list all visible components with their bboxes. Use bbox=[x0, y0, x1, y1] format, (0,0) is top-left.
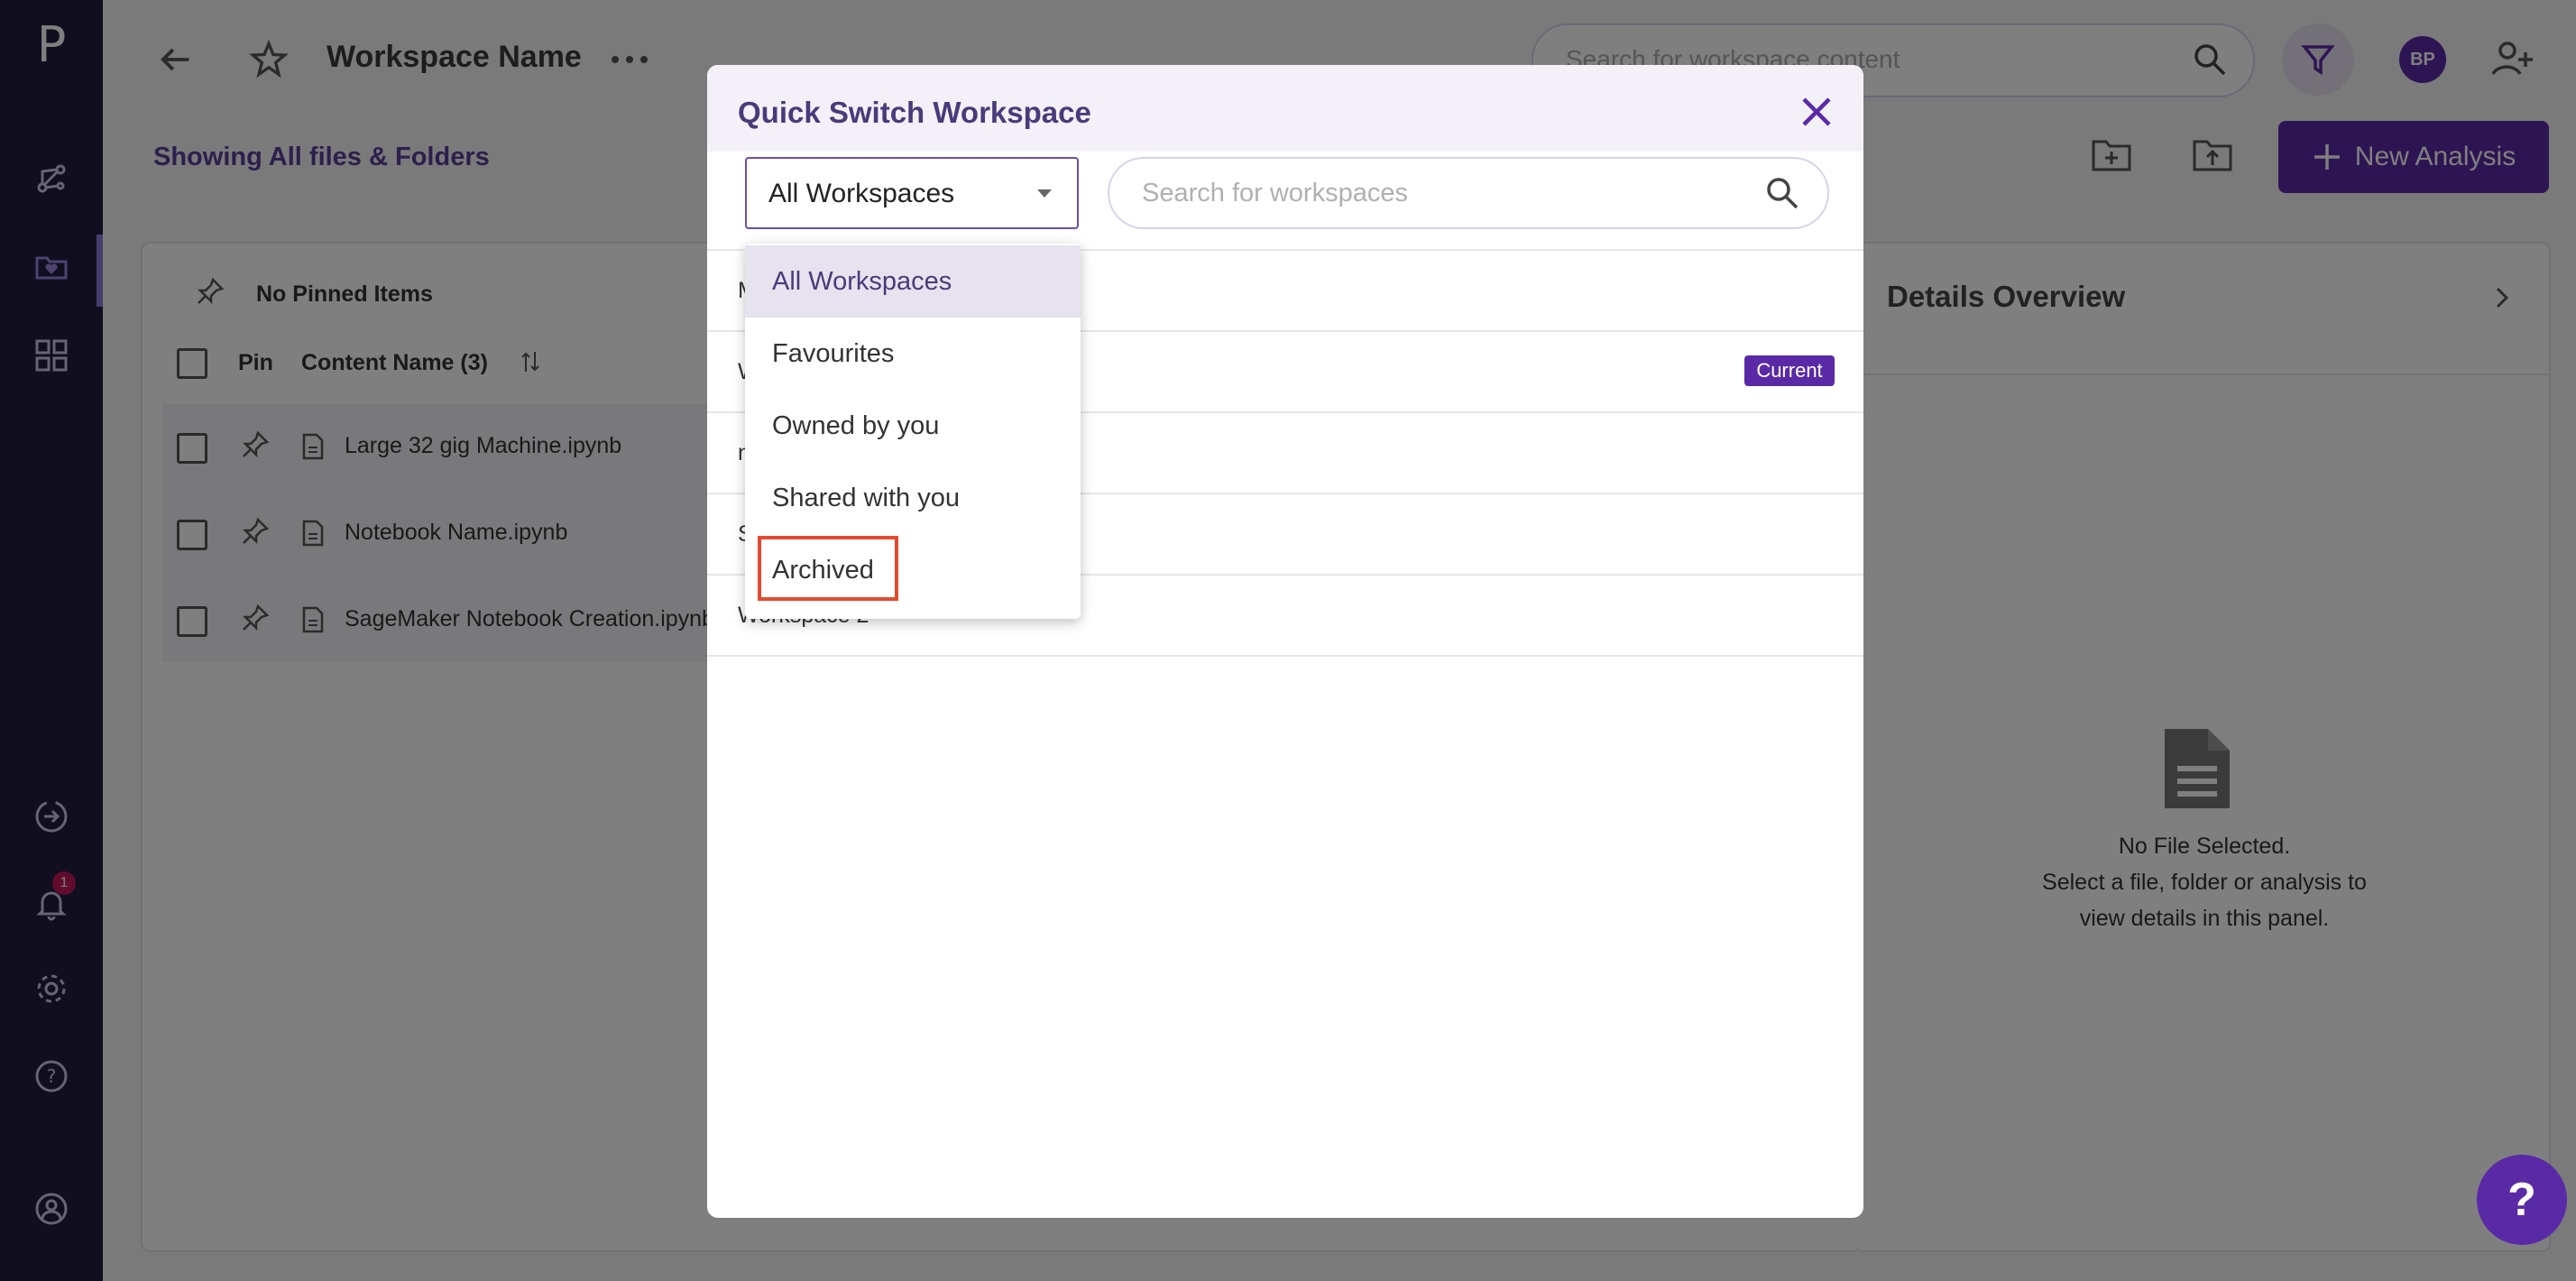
help-fab-button[interactable]: ? bbox=[2477, 1155, 2567, 1245]
chevron-down-icon bbox=[1037, 189, 1052, 198]
search-placeholder: Search for workspaces bbox=[1142, 179, 1408, 207]
current-badge: Current bbox=[1744, 355, 1835, 386]
option-label: Owned by you bbox=[772, 411, 940, 440]
dropdown-option-all-workspaces[interactable]: All Workspaces bbox=[745, 245, 1081, 318]
quick-switch-modal: Quick Switch Workspace All Workspaces Se… bbox=[707, 65, 1863, 1218]
option-label: Shared with you bbox=[772, 484, 960, 512]
dropdown-option-shared-with-you[interactable]: Shared with you bbox=[745, 462, 1081, 534]
option-label: All Workspaces bbox=[772, 267, 952, 296]
modal-header: Quick Switch Workspace bbox=[707, 65, 1863, 152]
close-icon[interactable] bbox=[1797, 92, 1836, 132]
workspace-filter-select[interactable]: All Workspaces bbox=[745, 157, 1079, 229]
highlight-box bbox=[758, 536, 898, 601]
search-icon[interactable] bbox=[1764, 175, 1800, 211]
dropdown-option-favourites[interactable]: Favourites bbox=[745, 318, 1081, 390]
modal-title: Quick Switch Workspace bbox=[738, 96, 1091, 129]
workspace-search-field[interactable]: Search for workspaces bbox=[1108, 157, 1829, 229]
select-value: All Workspaces bbox=[768, 179, 955, 208]
dropdown-option-owned-by-you[interactable]: Owned by you bbox=[745, 390, 1081, 462]
option-label: Favourites bbox=[772, 339, 895, 368]
